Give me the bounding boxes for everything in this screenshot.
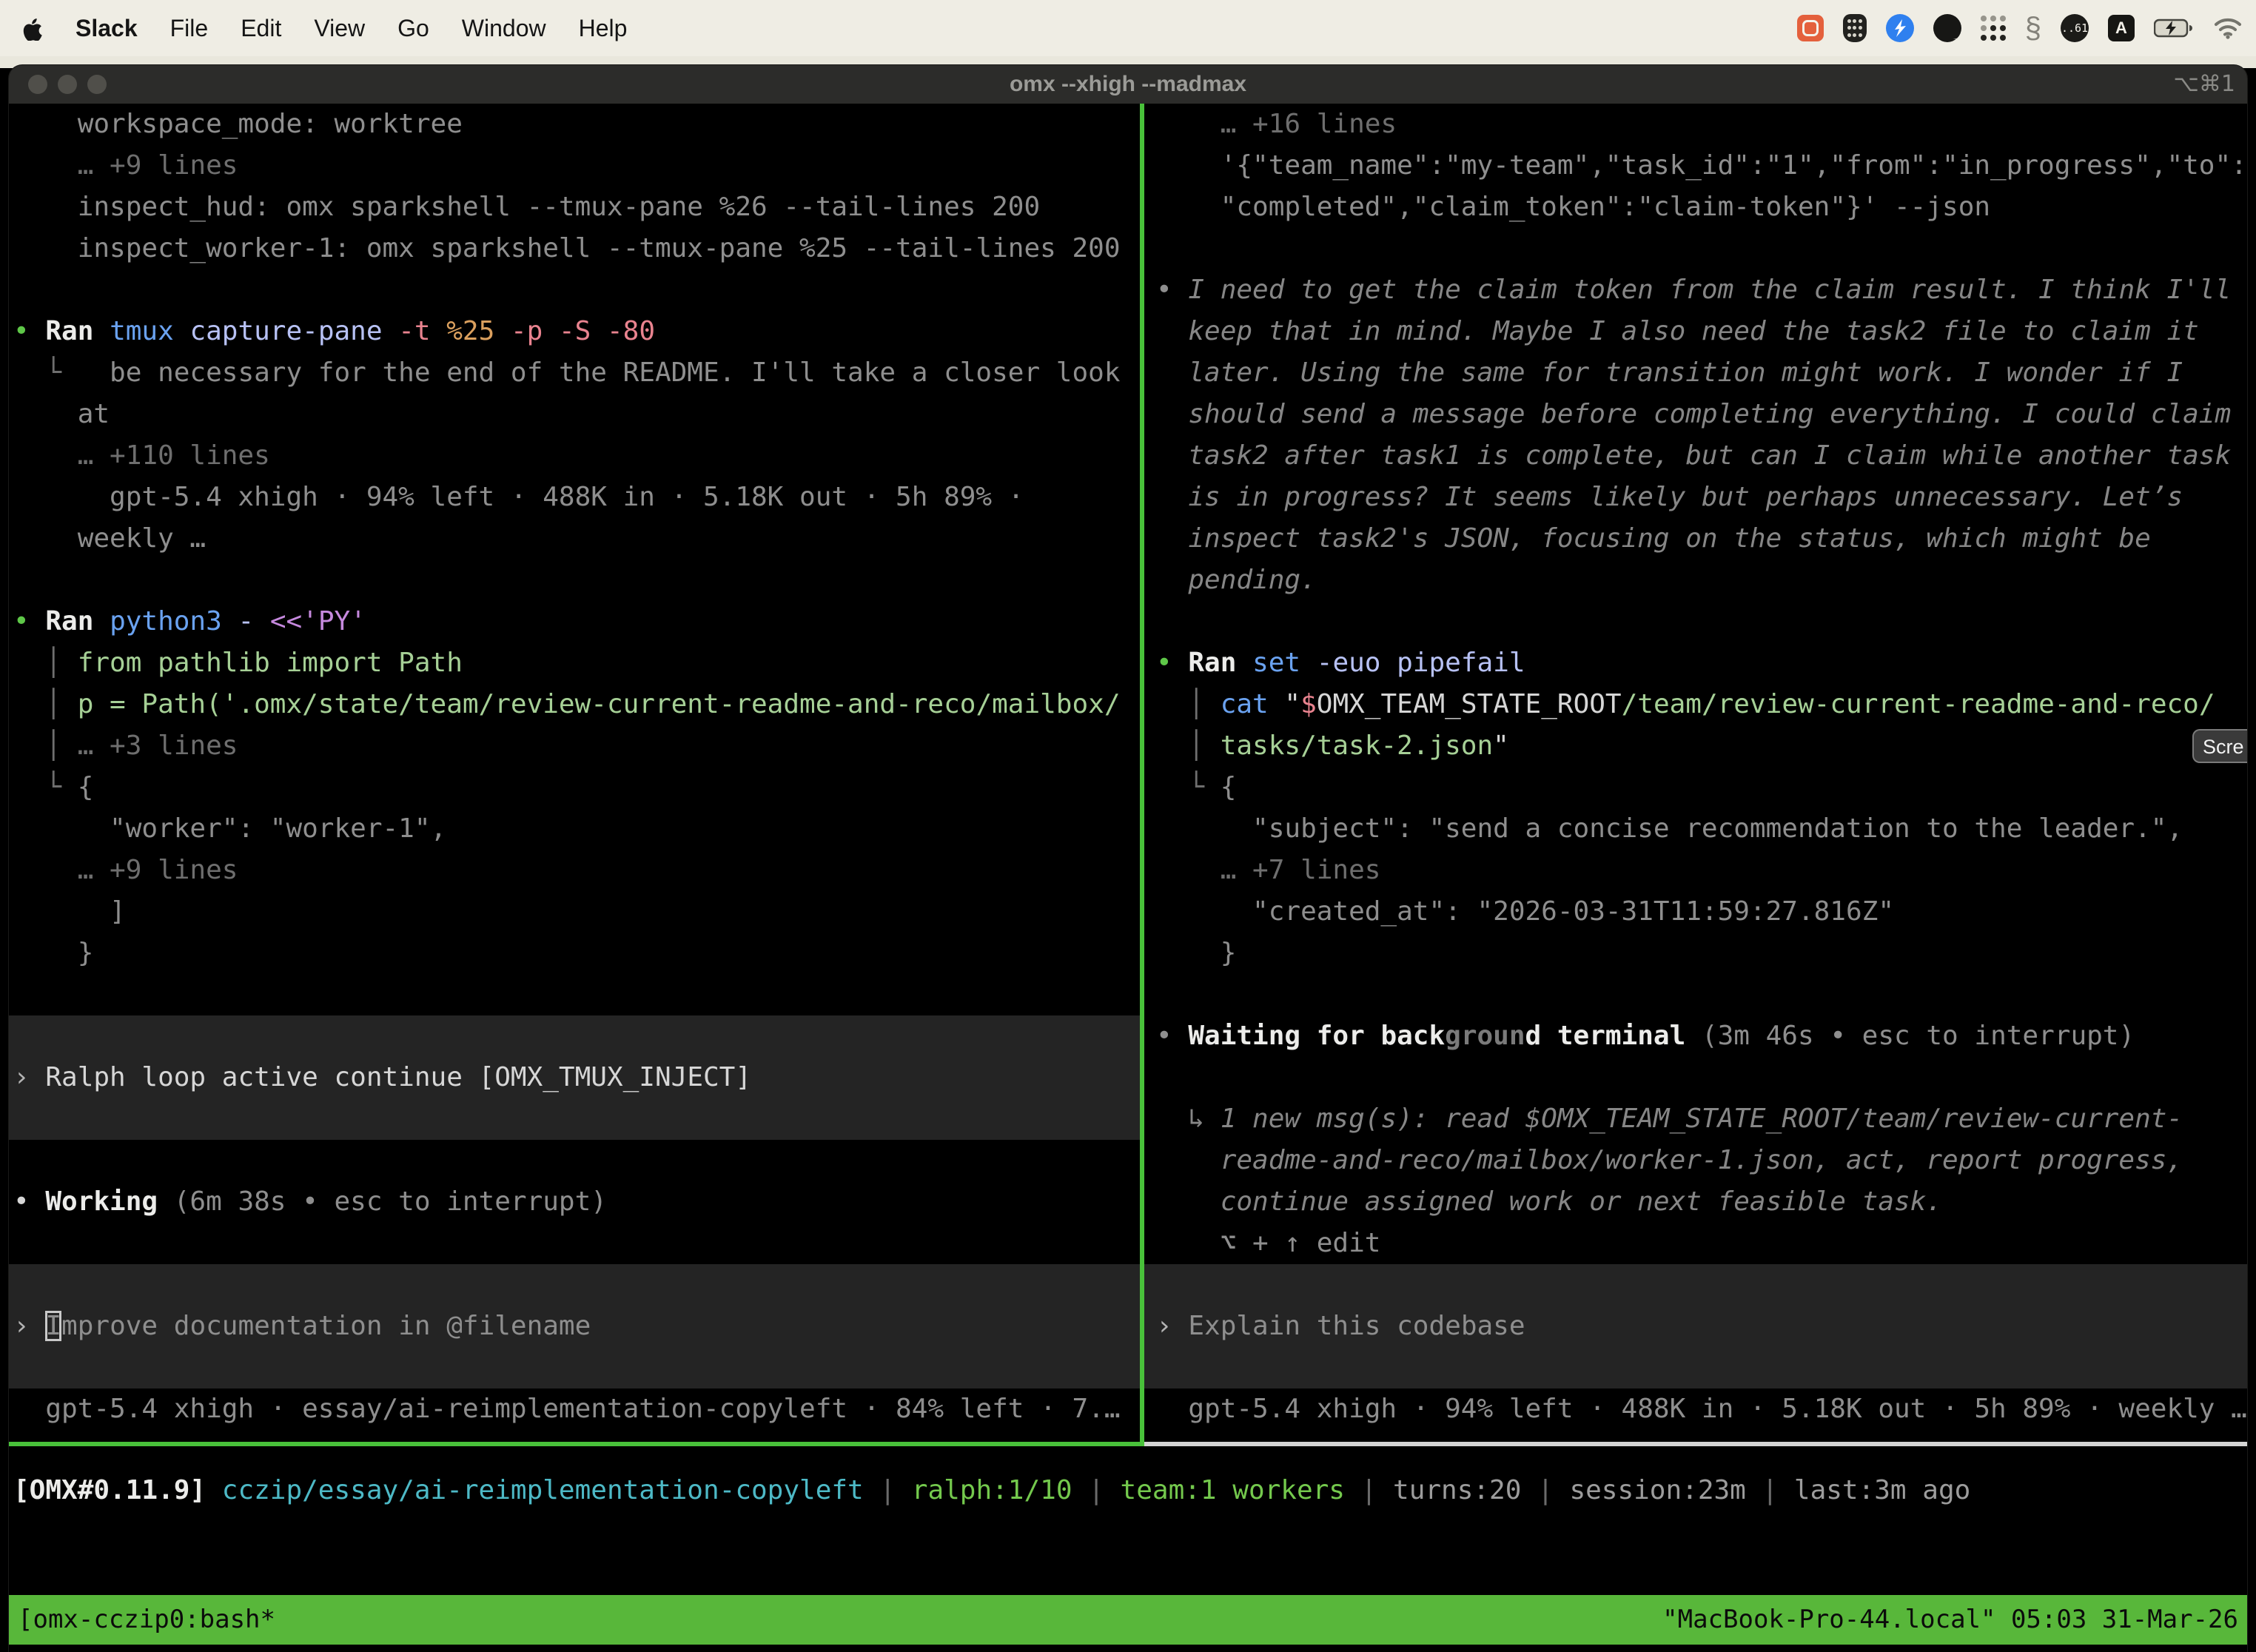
terminal-line: gpt-5.4 xhigh · 94% left · 488K in · 5.1… [1144,1389,2247,1430]
terminal-line: workspace_mode: worktree [9,104,1140,145]
menu-window[interactable]: Window [462,15,546,42]
terminal-line: • I need to get the claim token from the… [1144,269,2247,311]
menu-app-name[interactable]: Slack [75,15,138,42]
terminal-line: '{"team_name":"my-team","task_id":"1","f… [1144,145,2247,187]
menu-edit[interactable]: Edit [241,15,281,42]
terminal-line: weekly … [9,518,1140,560]
terminal-line: │ from pathlib import Path [9,642,1140,684]
terminal-line: gpt-5.4 xhigh · essay/ai-reimplementatio… [9,1389,1140,1430]
terminal-line: • Working (6m 38s • esc to interrupt) [9,1181,1140,1223]
tmux-pane-right[interactable]: … +16 lines '{"team_name":"my-team","tas… [1144,104,2247,1442]
terminal-line: ↳ 1 new msg(s): read $OMX_TEAM_STATE_ROO… [1144,1098,2247,1140]
terminal-line: "subject": "send a concise recommendatio… [1144,808,2247,850]
dots-grid-icon[interactable] [1981,16,2006,41]
terminal-line: readme-and-reco/mailbox/worker-1.json, a… [1144,1140,2247,1181]
terminal-line: • Ran tmux capture-pane -t %25 -p -S -80 [9,311,1140,352]
terminal-line: task2 after task1 is complete, but can I… [1144,435,2247,477]
terminal-line: keep that in mind. Maybe I also need the… [1144,311,2247,352]
terminal-line: │ tasks/task-2.json" [1144,725,2247,767]
battery-icon[interactable] [2154,19,2194,38]
terminal-line: … +9 lines [9,850,1140,891]
keypad-shield-icon[interactable] [1843,14,1867,42]
menu-help[interactable]: Help [579,15,628,42]
menu-bar: Slack File Edit View Go Window Help § ..61 A [0,0,2256,56]
blue-badge-icon[interactable] [1886,14,1914,42]
terminal-line: › Explain this codebase [1144,1306,2247,1347]
menu-go[interactable]: Go [397,15,429,42]
menu-bar-left: Slack File Edit View Go Window Help [0,15,627,42]
terminal-line: │ p = Path('.omx/state/team/review-curre… [9,684,1140,725]
terminal-line: at [9,394,1140,435]
omx-status-line: [OMX#0.11.9] cczip/essay/ai-reimplementa… [13,1470,1970,1511]
terminal-line: later. Using the same for transition mig… [1144,352,2247,394]
apple-menu-icon[interactable] [22,16,43,41]
terminal-line: › Improve documentation in @filename [9,1306,1140,1347]
terminal-line: • Ran python3 - <<'PY' [9,601,1140,642]
terminal-line: │ … +3 lines [9,725,1140,767]
tmux-pane-left[interactable]: workspace_mode: worktree … +9 lines insp… [9,104,1140,1442]
terminal-line: … +7 lines [1144,850,2247,891]
pane-border-bottom-left [9,1442,1140,1446]
terminal-line: should send a message before completing … [1144,394,2247,435]
menu-bar-status-icons: § ..61 A [1797,0,2256,56]
terminal-line: inspect_worker-1: omx sparkshell --tmux-… [9,228,1140,269]
terminal-line: inspect_hud: omx sparkshell --tmux-pane … [9,187,1140,228]
screen-sharing-overlay[interactable]: Scre [2192,729,2247,763]
wifi-icon[interactable] [2213,17,2243,39]
terminal-line: › Ralph loop active continue [OMX_TMUX_I… [9,1057,1140,1098]
terminal-line: │ cat "$OMX_TEAM_STATE_ROOT/team/review-… [1144,684,2247,725]
terminal-line: … +110 lines [9,435,1140,477]
terminal-line: • Ran set -euo pipefail [1144,642,2247,684]
tmux-session-label: [omx-cczip0:bash* [18,1595,275,1645]
terminal-content: workspace_mode: worktree … +9 lines insp… [9,104,2247,1652]
terminal-line: } [1144,933,2247,974]
terminal-line: ] [9,891,1140,933]
terminal-line: └ { [1144,767,2247,808]
window-title-bar: omx --xhigh --madmax ⌥⌘1 [9,65,2247,104]
terminal-line: } [9,933,1140,974]
terminal-line: pending. [1144,560,2247,601]
window-title: omx --xhigh --madmax [9,65,2247,104]
window-shortcut-hint: ⌥⌘1 [2173,65,2235,104]
screen: Slack File Edit View Go Window Help § ..61 A [0,0,2256,1652]
squiggle-icon[interactable]: § [2025,13,2041,43]
pane-border-bottom-right [1144,1442,2247,1446]
terminal-line: • Waiting for background terminal (3m 46… [1144,1015,2247,1057]
terminal-line: "created_at": "2026-03-31T11:59:27.816Z" [1144,891,2247,933]
input-source-icon[interactable]: A [2108,15,2135,41]
terminal-line: "worker": "worker-1", [9,808,1140,850]
screenshot-app-icon[interactable] [1797,15,1824,41]
menu-file[interactable]: File [170,15,209,42]
terminal-line: gpt-5.4 xhigh · 94% left · 488K in · 5.1… [9,477,1140,518]
menu-view[interactable]: View [314,15,365,42]
menu-items: File Edit View Go Window Help [170,15,628,42]
percent-badge-icon[interactable]: ..61 [2061,14,2089,42]
terminal-line: "completed","claim_token":"claim-token"}… [1144,187,2247,228]
terminal-line: is in progress? It seems likely but perh… [1144,477,2247,518]
terminal-line: inspect task2's JSON, focusing on the st… [1144,518,2247,560]
terminal-line: … +9 lines [9,145,1140,187]
terminal-line: └ { [9,767,1140,808]
terminal-line: ⌥ + ↑ edit [1144,1223,2247,1264]
pane-divider[interactable] [1140,104,1144,1446]
terminal-line: … +16 lines [1144,104,2247,145]
crescent-app-icon[interactable] [1933,14,1961,42]
terminal-line: continue assigned work or next feasible … [1144,1181,2247,1223]
tmux-status-bar: [omx-cczip0:bash* "MacBook-Pro-44.local"… [9,1595,2247,1645]
terminal-line: └ be necessary for the end of the README… [9,352,1140,394]
tmux-host-clock: "MacBook-Pro-44.local" 05:03 31-Mar-26 [1662,1595,2238,1645]
terminal-window: omx --xhigh --madmax ⌥⌘1 workspace_mode:… [9,65,2247,1652]
